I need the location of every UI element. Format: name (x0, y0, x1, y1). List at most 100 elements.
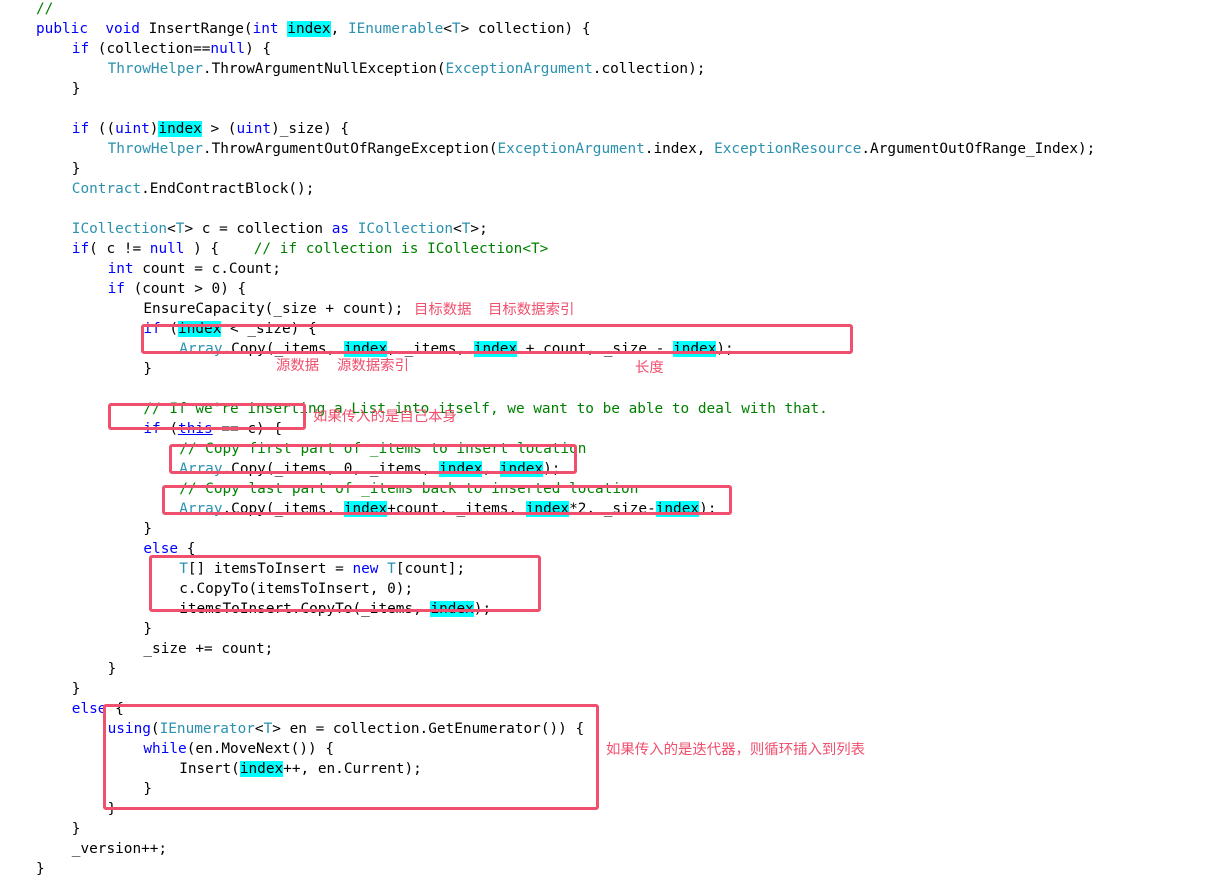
comment-token: // (36, 1, 54, 17)
code-token: } (143, 361, 153, 377)
code-token: itemsToInsert.CopyTo(_items, (179, 601, 431, 617)
code-token: [] itemsToInsert = (187, 561, 353, 577)
code-token: (collection== (89, 41, 211, 57)
comment-token: // Copy first part of _items to insert l… (179, 441, 587, 457)
code-line: // Copy first part of _items to insert l… (179, 439, 586, 459)
code-token: > collection) { (460, 21, 591, 37)
code-token: [count]; (395, 561, 466, 577)
code-token: < (254, 721, 264, 737)
code-line: if (collection==null) { (72, 39, 271, 59)
code-line: } (108, 799, 117, 819)
type-token: Array (179, 461, 223, 477)
code-token: ); (543, 461, 561, 477)
keyword-token: int (107, 261, 134, 277)
highlighted-token: index (525, 501, 570, 517)
highlighted-token: index (655, 501, 700, 517)
keyword-token: if (107, 281, 125, 297)
note-target-data: 目标数据 (414, 302, 472, 318)
code-editor: // public void InsertRange(int index, IEn… (0, 0, 1210, 880)
code-line: Array.Copy(_items, 0, _items, index, ind… (179, 459, 560, 479)
note-enumerator: 如果传入的是迭代器，则循环插入到列表 (606, 742, 866, 758)
code-token: .ThrowArgumentNullException( (202, 61, 446, 77)
comment-token: // Copy last part of _items back to inse… (179, 481, 639, 497)
type-token: ThrowHelper (107, 141, 203, 157)
code-token: Insert( (179, 761, 240, 777)
keyword-token: while (143, 741, 187, 757)
code-line: } (72, 79, 81, 99)
code-line: } (36, 859, 45, 879)
note-target-index: 目标数据索引 (488, 302, 575, 318)
code-line: Insert(index++, en.Current); (179, 759, 422, 779)
code-token: ( (160, 421, 179, 437)
code-line: c.CopyTo(itemsToInsert, 0); (179, 579, 413, 599)
highlighted-token: index (343, 501, 388, 517)
code-token: , (482, 461, 500, 477)
code-token: .Copy(_items, 0, _items, (222, 461, 440, 477)
code-line: } (108, 659, 117, 679)
code-token: +count, _items, (387, 501, 526, 517)
code-token: > en = collection.GetEnumerator()) { (272, 721, 585, 737)
code-token: (en.MoveNext()) { (186, 741, 335, 757)
code-token: + count, _size - (517, 341, 674, 357)
keyword-token: null (149, 241, 185, 257)
code-line: _version++; (72, 839, 167, 859)
code-line: itemsToInsert.CopyTo(_items, index); (179, 599, 491, 619)
keyword-token: as (331, 221, 350, 237)
highlighted-token: index (158, 121, 202, 137)
code-token: } (143, 521, 153, 537)
code-line: if ((uint)index > (uint)_size) { (72, 119, 349, 139)
code-token: *2, _size- (569, 501, 656, 517)
type-token: ThrowHelper (107, 61, 203, 77)
comment-token: // If we're inserting a List into itself… (143, 401, 828, 417)
note-source-index: 源数据索引 (337, 358, 409, 374)
code-token: .index, (644, 141, 715, 157)
type-token: T (263, 721, 273, 737)
code-line: int count = c.Count; (108, 259, 281, 279)
type-token: T (179, 561, 188, 577)
code-token: < (453, 221, 462, 237)
code-line: ICollection<T> c = collection as ICollec… (72, 219, 488, 239)
keyword-token: public (36, 21, 88, 37)
code-line: Array.Copy(_items, index+count, _items, … (179, 499, 716, 519)
highlighted-token: index (499, 461, 544, 477)
code-token: < (443, 21, 452, 37)
code-token: ) { (245, 41, 272, 57)
highlighted-token: index (673, 341, 717, 357)
keyword-token: void (105, 21, 140, 37)
code-token: ( (150, 721, 160, 737)
code-line: if (this == c) { (143, 419, 282, 439)
code-line: } (143, 779, 152, 799)
code-token: ); (473, 601, 492, 617)
note-self-insert: 如果传入的是自己本身 (313, 409, 457, 425)
code-line: _size += count; (143, 639, 273, 659)
code-token: } (71, 821, 81, 837)
code-token: } (71, 161, 81, 177)
keyword-token: else (71, 701, 107, 717)
keyword-token: if (71, 241, 90, 257)
keyword-token: if (143, 421, 161, 437)
code-token: _size += count; (143, 641, 274, 657)
code-token: .ThrowArgumentOutOfRangeException( (202, 141, 498, 157)
code-token: } (71, 681, 81, 697)
highlighted-token: index (439, 461, 483, 477)
code-token: (( (89, 121, 116, 137)
type-token: Array (179, 341, 223, 357)
highlighted-token: index (430, 601, 474, 617)
code-line: EnsureCapacity(_size + count); (143, 299, 403, 319)
code-token: )_size) { (271, 121, 350, 137)
keyword-token: else (143, 541, 179, 557)
code-line: T[] itemsToInsert = new T[count]; (179, 559, 465, 579)
type-token: Contract (71, 181, 142, 197)
keyword-token: if (143, 321, 161, 337)
code-token: } (107, 661, 117, 677)
code-token: } (36, 861, 45, 877)
keyword-token: new (352, 561, 379, 577)
keyword-token: uint (236, 121, 272, 137)
code-token: , _items, (387, 341, 474, 357)
code-line: ThrowHelper.ThrowArgumentNullException(E… (108, 59, 706, 79)
code-line: public void InsertRange(int index, IEnum… (36, 19, 591, 39)
code-line: Array.Copy(_items, index, _items, index … (179, 339, 734, 359)
code-line: // (36, 0, 53, 19)
